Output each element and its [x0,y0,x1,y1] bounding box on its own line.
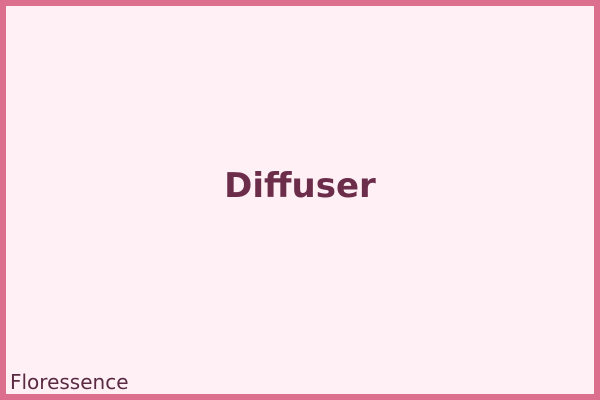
product-title: Diffuser [224,166,376,206]
brand-name: Floressence [10,370,129,394]
product-card: Diffuser Floressence [0,0,600,400]
